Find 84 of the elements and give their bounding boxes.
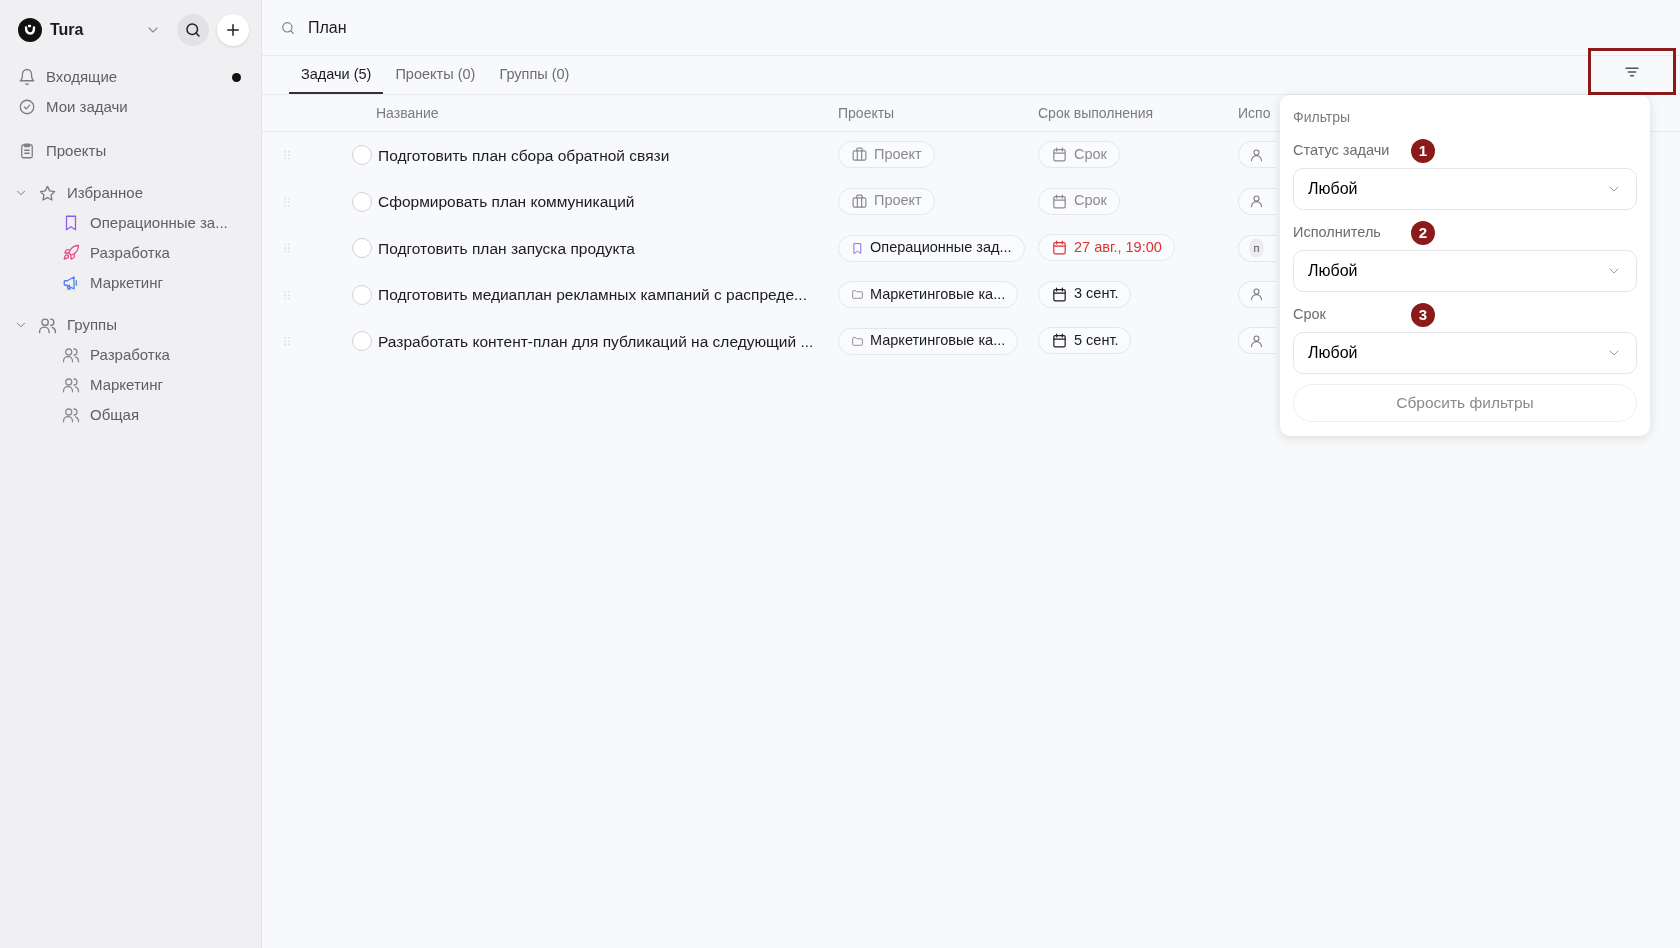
calendar-icon [1051,285,1068,303]
column-header: Проекты [838,103,896,123]
assignee-select[interactable]: Любой [1293,250,1637,292]
calendar-icon [1051,192,1068,210]
column-header: Испо [1238,103,1272,123]
logo-icon [18,18,42,42]
task-checkbox[interactable] [352,191,372,212]
tab[interactable]: Проекты (0) [383,64,488,94]
search-button[interactable] [177,14,209,46]
calendar-icon [1051,239,1068,257]
assignee-chip[interactable] [1238,327,1276,355]
task-title[interactable]: Подготовить план сбора обратной связи [376,143,838,167]
task-title[interactable]: Разработать контент-план для публикаций на следующий ... [376,329,838,353]
project-chip[interactable]: Маркетинговые ка... [838,281,1019,309]
folder-icon [851,288,864,302]
user-icon [1249,193,1264,210]
project-chip[interactable]: Маркетинговые ка... [838,327,1019,355]
due-date-chip[interactable]: 5 сент. [1038,327,1132,355]
task-checkbox[interactable] [352,284,372,305]
sidebar-item[interactable]: Маркетинг [12,370,249,400]
column-header: Срок выполнения [1038,103,1155,123]
bookmark-icon [851,241,864,255]
status-select[interactable]: Любой [1293,168,1637,210]
star-icon [38,183,57,203]
task-title[interactable]: Сформировать план коммуникаций [376,190,838,214]
calendar-icon [1051,332,1068,350]
sidebar-item[interactable]: Мои задачи [12,92,249,122]
step-marker: 2 [1411,221,1435,245]
sidebar-item[interactable]: Разработка [12,238,249,268]
task-checkbox[interactable] [352,145,372,166]
field-label: Статус задачи [1293,141,1391,161]
plus-icon [224,21,242,39]
assignee-chip[interactable] [1238,141,1276,169]
field-label: Срок [1293,305,1327,325]
project-chip[interactable]: Проект [838,141,935,169]
workspace-name: Tura [50,20,84,40]
add-button[interactable] [217,14,249,46]
tab[interactable]: Группы (0) [487,64,582,94]
search-icon [280,19,296,36]
due-date-chip[interactable]: 27 авг., 19:00 [1038,234,1175,262]
search-field[interactable]: План [306,14,1680,41]
reset-filters-button[interactable]: Сбросить фильтры [1293,384,1637,422]
user-icon [1249,286,1264,303]
step-marker: 1 [1411,139,1435,163]
step-marker: 3 [1411,303,1435,327]
folder-icon [851,334,864,348]
due-date-chip[interactable]: Срок [1038,187,1120,215]
sidebar-item[interactable]: Маркетинг [12,268,249,298]
calendar-icon [1051,146,1068,164]
sidebar-item[interactable]: Общая [12,400,249,430]
task-checkbox[interactable] [352,238,372,259]
sidebar-item[interactable]: Входящие [12,62,249,92]
task-title[interactable]: Подготовить план запуска продукта [376,236,838,260]
user-icon [1249,146,1264,163]
due-date-chip[interactable]: Срок [1038,141,1120,169]
sidebar-item[interactable]: Операционные за... [12,208,249,238]
assignee-chip[interactable] [1238,187,1276,215]
clipboard-icon [18,142,36,160]
users-icon [62,346,80,364]
filter-button[interactable] [1588,48,1676,95]
due-date-chip[interactable]: 3 сент. [1038,280,1132,308]
column-header: Название [376,103,440,123]
briefcase-icon [851,146,868,164]
panel-title: Фильтры [1293,108,1352,127]
section-header[interactable]: Избранное [12,178,249,208]
search-icon [184,21,202,39]
deadline-select[interactable]: Любой [1293,332,1637,374]
bell-icon [18,68,36,86]
task-title[interactable]: Подготовить медиаплан рекламных кампаний с распреде... [376,283,838,307]
sidebar-item[interactable]: Проекты [12,136,249,166]
assignee-chip[interactable] [1238,280,1276,308]
user-icon [1249,332,1264,349]
field-label: Исполнитель [1293,223,1382,243]
assignee-chip[interactable]: п [1238,234,1276,262]
users-icon [62,406,80,424]
project-chip[interactable]: Операционные зад... [838,234,1025,262]
users-icon [62,376,80,394]
sidebar-item[interactable]: Разработка [12,340,249,370]
briefcase-icon [851,192,868,210]
task-checkbox[interactable] [352,331,372,352]
section-header[interactable]: Группы [12,310,249,340]
tab[interactable]: Задачи (5) [289,64,384,94]
check-circle-icon [18,98,36,116]
project-chip[interactable]: Проект [838,187,935,215]
